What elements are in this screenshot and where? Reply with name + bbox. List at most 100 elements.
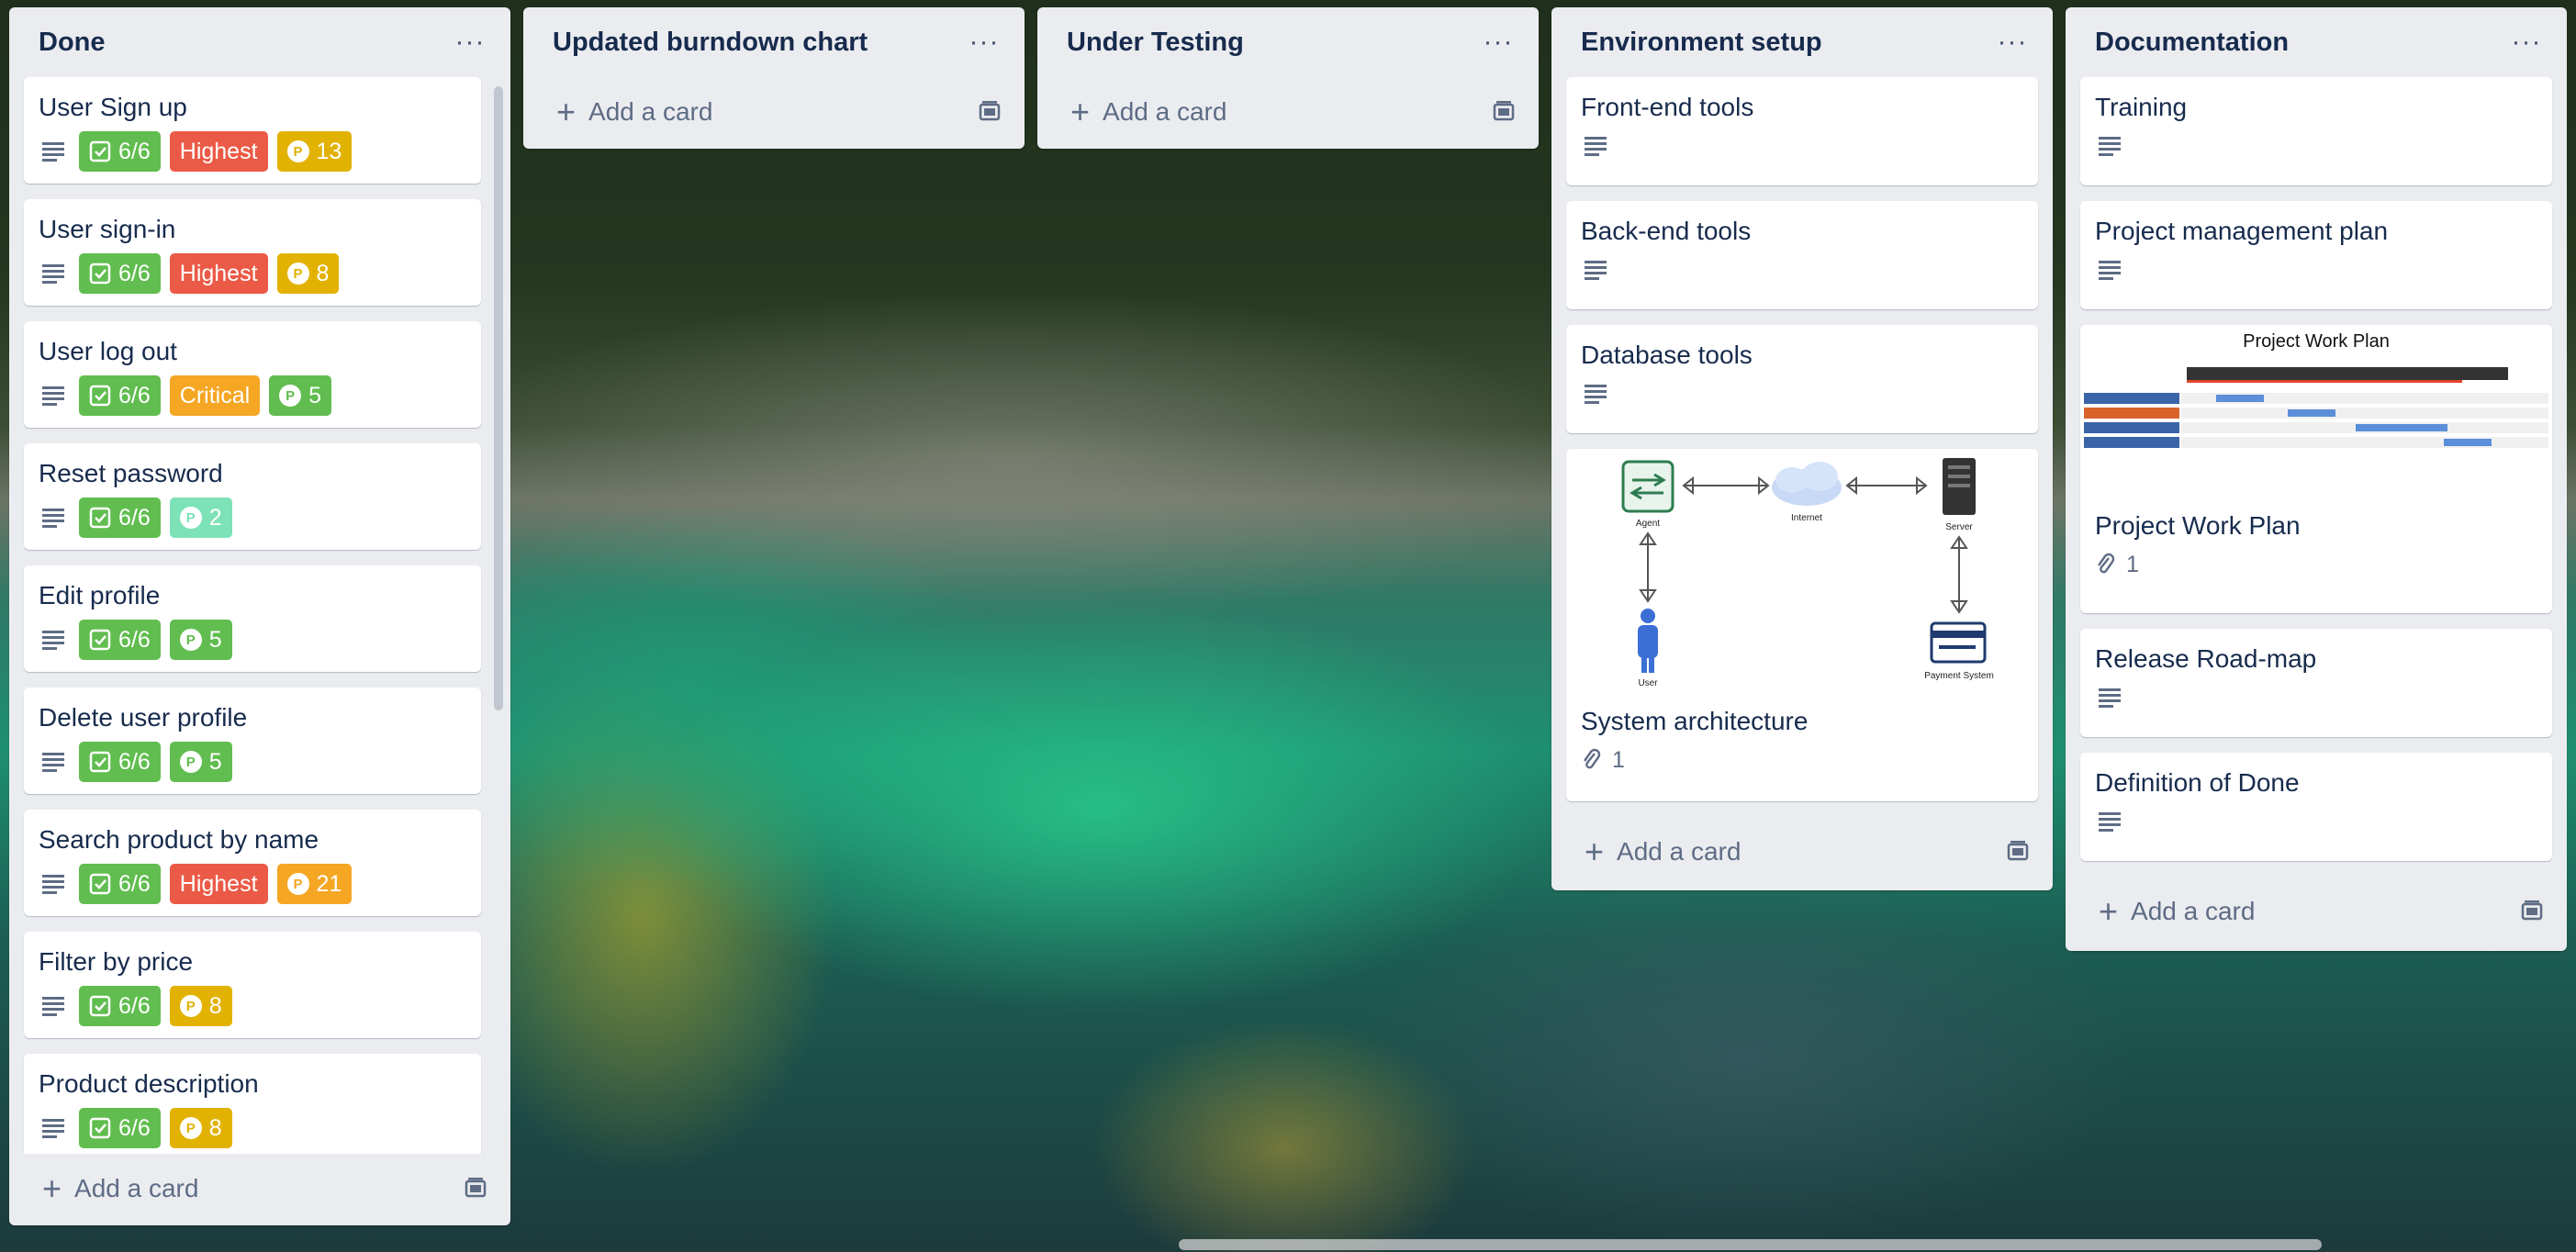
bidirectional-arrow-icon	[1639, 531, 1657, 603]
list-updated-burndown-chart: Updated burndown chart ··· + Add a card	[523, 7, 1025, 149]
paperclip-icon	[1584, 748, 1601, 769]
priority-badge: Highest	[169, 131, 268, 172]
priority-badge: Highest	[169, 864, 268, 904]
list-menu-icon[interactable]: ···	[1478, 28, 1518, 56]
card-template-icon[interactable]	[977, 99, 1002, 125]
list-title[interactable]: Environment setup	[1581, 28, 1822, 58]
server-icon	[1943, 458, 1976, 515]
description-icon	[39, 1112, 70, 1144]
points-icon: P	[179, 995, 202, 1017]
card-user-sign-in[interactable]: User sign-in 6/6 Highest P8	[24, 199, 481, 306]
checklist-badge: 6/6	[79, 375, 161, 416]
list-menu-icon[interactable]: ···	[2506, 28, 2547, 56]
description-icon	[2095, 254, 2126, 285]
card-delete-user-profile[interactable]: Delete user profile 6/6 P5	[24, 687, 481, 794]
card-system-architecture[interactable]: Agent Internet Server User Payment Syste…	[1566, 449, 2038, 801]
card-title: Project Work Plan	[2095, 511, 2301, 540]
plus-icon: +	[1585, 833, 1605, 870]
add-card-button[interactable]: + Add a card	[1551, 817, 2053, 887]
card-user-sign-up[interactable]: User Sign up 6/6 Highest P 13	[24, 77, 481, 184]
story-points-badge: P8	[169, 1108, 232, 1148]
checklist-badge: 6/6	[79, 1108, 161, 1148]
card-training[interactable]: Training	[2080, 77, 2552, 185]
list-menu-icon[interactable]: ···	[964, 28, 1004, 56]
list-scrollbar[interactable]	[494, 86, 503, 710]
user-icon	[1638, 609, 1658, 673]
card-edit-profile[interactable]: Edit profile 6/6 P5	[24, 565, 481, 672]
card-reset-password[interactable]: Reset password 6/6 P2	[24, 443, 481, 550]
story-points-badge: P 21	[276, 864, 353, 904]
card-template-icon[interactable]	[2005, 839, 2031, 865]
description-icon	[39, 990, 70, 1022]
card-title: Front-end tools	[1581, 93, 1754, 121]
card-release-road-map[interactable]: Release Road-map	[2080, 629, 2552, 737]
add-card-button[interactable]: + Add a card	[1037, 77, 1539, 147]
list-menu-icon[interactable]: ···	[450, 28, 490, 56]
points-icon: P	[179, 507, 202, 529]
card-user-log-out[interactable]: User log out 6/6 Critical P5	[24, 321, 481, 428]
card-front-end-tools[interactable]: Front-end tools	[1566, 77, 2038, 185]
story-points-badge: P8	[169, 986, 232, 1026]
card-back-end-tools[interactable]: Back-end tools	[1566, 201, 2038, 309]
card-title: Back-end tools	[1581, 217, 1752, 245]
description-icon	[39, 746, 70, 777]
card-template-icon[interactable]	[463, 1176, 488, 1202]
paperclip-icon	[2098, 553, 2115, 574]
description-icon	[1581, 130, 1612, 162]
story-points-badge: P8	[276, 253, 340, 294]
list-under-testing: Under Testing ··· + Add a card	[1037, 7, 1539, 149]
description-icon	[39, 502, 70, 533]
points-icon: P	[286, 873, 309, 895]
list-title[interactable]: Under Testing	[1067, 28, 1244, 58]
card-badges: 1	[2095, 549, 2539, 580]
card-search-product-by-name[interactable]: Search product by name 6/6 Highest P 21	[24, 810, 481, 916]
attachment-badge: 1	[2095, 552, 2139, 578]
card-title: Database tools	[1581, 341, 1753, 369]
story-points-badge: P5	[169, 742, 232, 782]
plus-icon: +	[42, 1169, 62, 1207]
card-project-management-plan[interactable]: Project management plan	[2080, 201, 2552, 309]
card-badges: 6/6 Highest P 13	[39, 130, 468, 173]
card-product-description[interactable]: Product description 6/6 P8	[24, 1054, 481, 1154]
story-points-badge: P 13	[276, 131, 353, 172]
work-plan-cover-image: Project Work Plan	[2080, 325, 2552, 501]
description-icon	[2095, 682, 2126, 713]
add-card-button[interactable]: + Add a card	[2066, 877, 2567, 946]
agent-icon	[1621, 460, 1674, 513]
board-horizontal-scrollbar[interactable]	[1179, 1239, 2322, 1250]
cloud-icon	[1772, 462, 1842, 506]
svg-text:User: User	[1638, 678, 1658, 688]
description-icon	[39, 624, 70, 655]
add-card-button[interactable]: + Add a card	[9, 1154, 510, 1224]
checkbox-icon	[89, 995, 111, 1017]
card-template-icon[interactable]	[2519, 899, 2545, 924]
checklist-badge: 6/6	[79, 497, 161, 538]
checklist-badge: 6/6	[79, 864, 161, 904]
list-title[interactable]: Documentation	[2095, 28, 2289, 58]
list-menu-icon[interactable]: ···	[1992, 28, 2033, 56]
card-filter-by-price[interactable]: Filter by price 6/6 P8	[24, 932, 481, 1038]
list-title[interactable]: Done	[39, 28, 106, 58]
card-title: Edit profile	[39, 581, 161, 609]
list-header: Environment setup ···	[1551, 7, 2053, 77]
card-title: Product description	[39, 1069, 259, 1098]
card-template-icon[interactable]	[1491, 99, 1517, 125]
bidirectional-arrow-icon	[1950, 535, 1968, 614]
add-card-button[interactable]: + Add a card	[523, 77, 1025, 147]
checkbox-icon	[89, 629, 111, 651]
checklist-badge: 6/6	[79, 986, 161, 1026]
card-badges: 6/6 P8	[39, 1107, 468, 1149]
svg-text:Project Work Plan: Project Work Plan	[2243, 331, 2390, 352]
description-icon	[2095, 806, 2126, 837]
list-title[interactable]: Updated burndown chart	[553, 28, 868, 58]
card-badges: 6/6 Highest P8	[39, 252, 468, 295]
card-badges: 6/6 P8	[39, 985, 468, 1027]
checkbox-icon	[89, 385, 111, 407]
card-database-tools[interactable]: Database tools	[1566, 325, 2038, 433]
card-definition-of-done[interactable]: Definition of Done	[2080, 753, 2552, 861]
description-icon	[1581, 378, 1612, 409]
architecture-diagram-cover: Agent Internet Server User Payment Syste…	[1566, 449, 2038, 697]
card-project-work-plan[interactable]: Project Work Plan Project Work Plan 1	[2080, 325, 2552, 613]
plus-icon: +	[2099, 892, 2119, 930]
svg-text:Agent: Agent	[1636, 519, 1660, 529]
